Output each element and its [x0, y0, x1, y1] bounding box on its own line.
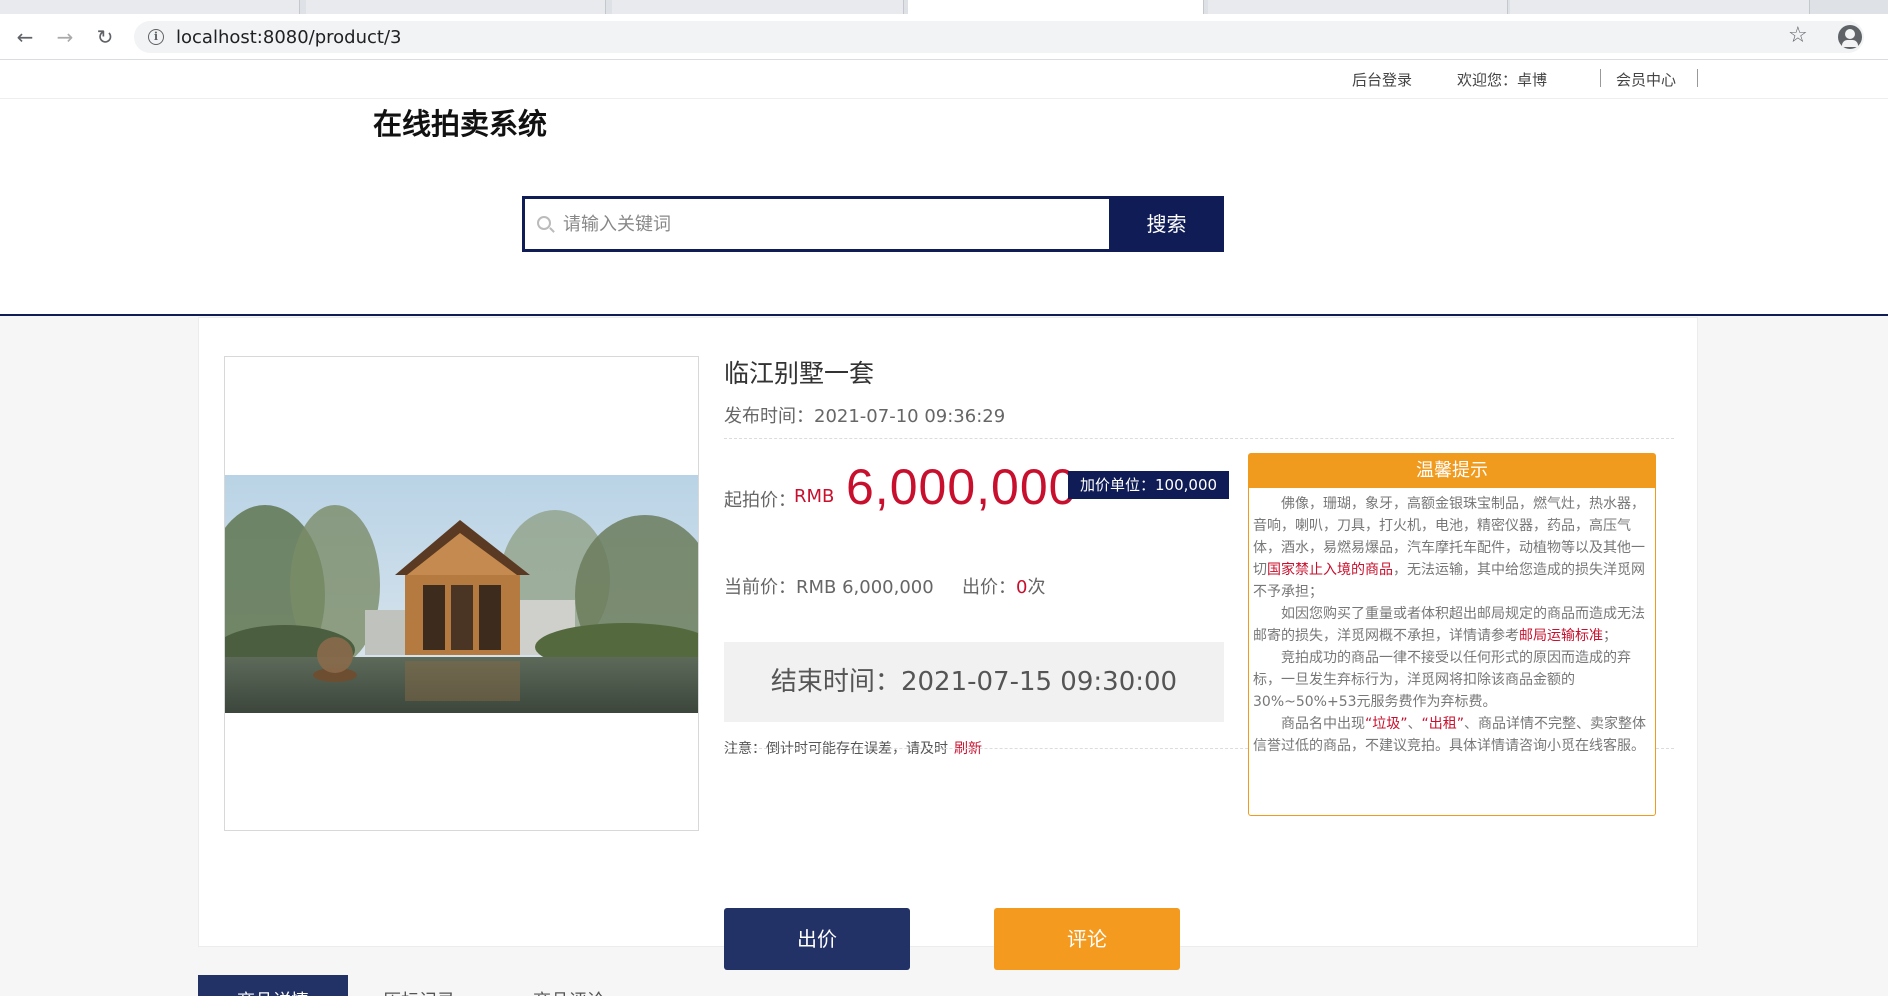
bid-button[interactable]: 出价 — [724, 908, 910, 970]
tips-highlight: 国家禁止入境的商品 — [1267, 562, 1393, 578]
tips-paragraph: 竞拍成功的商品一律不接受以任何形式的原因而造成的弃标，一旦发生弃标行为，洋觅网将… — [1253, 650, 1631, 710]
product-card: 临江别墅一套 发布时间：2021-07-10 09:36:29 起拍价： RMB… — [198, 317, 1698, 970]
member-center-link[interactable]: 会员中心 — [1616, 69, 1676, 90]
current-price-value: RMB 6,000,000 — [796, 577, 934, 598]
reload-icon[interactable]: ↻ — [93, 25, 117, 49]
tips-panel: 温馨提示 佛像，珊瑚，象牙，高额金银珠宝制品，燃气灶，热水器，音响，喇叭，刀具，… — [1248, 453, 1656, 816]
bid-count-unit: 次 — [1027, 577, 1046, 598]
countdown-note-text: 注意：倒计时可能存在误差，请及时 — [724, 741, 948, 757]
tips-text: 商品名中出现 — [1281, 716, 1365, 732]
browser-tab[interactable] — [0, 0, 300, 14]
product-photo — [225, 475, 698, 713]
address-url[interactable]: localhost:8080/product/3 — [176, 27, 401, 48]
bid-count-row: 出价：0次 — [962, 573, 1045, 599]
profile-avatar-icon[interactable] — [1838, 25, 1862, 49]
start-price-currency: RMB — [794, 486, 835, 507]
product-title: 临江别墅一套 — [724, 359, 875, 388]
address-bar[interactable]: i localhost:8080/product/3 — [134, 21, 1864, 53]
detail-tabs: 商品详情 历标记录 商品评论 — [198, 975, 1698, 996]
tab-bid-history[interactable]: 历标记录 — [383, 975, 493, 996]
browser-tab-active[interactable] — [908, 0, 1204, 14]
tips-highlight: “出租” — [1421, 716, 1465, 732]
start-price-value: 6,000,000 — [846, 459, 1078, 515]
publish-time-row: 发布时间：2021-07-10 09:36:29 — [724, 402, 1005, 428]
bid-count-label: 出价： — [962, 577, 1016, 598]
tips-paragraph: 商品名中出现“垃圾”、“出租”、商品详情不完整、卖家整体信誉过低的商品，不建议竞… — [1253, 713, 1651, 757]
start-price-label: 起拍价： — [724, 490, 796, 511]
publish-time-value: 2021-07-10 09:36:29 — [814, 406, 1006, 427]
welcome-text: 欢迎您：卓博 — [1457, 71, 1548, 89]
bid-count-value: 0 — [1016, 577, 1028, 598]
tips-body: 佛像，珊瑚，象牙，高额金银珠宝制品，燃气灶，热水器，音响，喇叭，刀具，打火机，电… — [1249, 488, 1655, 757]
top-nav-bar: 后台登录 欢迎您：卓博 会员中心 — [0, 61, 1888, 99]
search-button[interactable]: 搜索 — [1109, 196, 1224, 252]
site-info-icon[interactable]: i — [148, 29, 164, 45]
page: 后台登录 欢迎您：卓博 会员中心 在线拍卖系统 搜索 — [0, 61, 1888, 996]
tab-product-details[interactable]: 商品详情 — [198, 975, 348, 996]
tips-paragraph: 如因您购买了重量或者体积超出邮局规定的商品而造成无法邮寄的损失，洋觅网概不承担，… — [1253, 603, 1651, 647]
post-standard-link[interactable]: 邮局运输标准 — [1519, 628, 1603, 644]
current-price-label: 当前价： — [724, 577, 796, 598]
site-title[interactable]: 在线拍卖系统 — [373, 101, 547, 143]
nav-divider — [1600, 69, 1601, 87]
tab-product-comments[interactable]: 商品评论 — [533, 975, 643, 996]
increment-badge: 加价单位：100,000 — [1068, 471, 1230, 499]
product-image-frame — [224, 356, 699, 831]
bookmark-star-icon[interactable]: ☆ — [1788, 23, 1808, 48]
tips-paragraph: 佛像，珊瑚，象牙，高额金银珠宝制品，燃气灶，热水器，音响，喇叭，刀具，打火机，电… — [1253, 493, 1651, 603]
tips-text: 、 — [1407, 716, 1422, 732]
admin-login-link[interactable]: 后台登录 — [1352, 69, 1412, 90]
comment-button[interactable]: 评论 — [994, 908, 1180, 970]
nav-divider — [1697, 69, 1698, 87]
search-icon — [537, 216, 551, 230]
publish-time-label: 发布时间： — [724, 406, 814, 427]
dashed-divider — [724, 438, 1674, 439]
browser-tab[interactable] — [612, 0, 904, 14]
browser-tab[interactable] — [1208, 0, 1508, 14]
tips-text: ； — [1603, 628, 1617, 644]
browser-tab[interactable] — [1510, 0, 1810, 14]
back-arrow-icon[interactable]: ← — [13, 25, 37, 49]
tips-highlight: “垃圾” — [1365, 716, 1408, 732]
search-input[interactable] — [563, 208, 1103, 240]
browser-toolbar: ← → ↻ i localhost:8080/product/3 ☆ — [0, 14, 1888, 60]
refresh-link[interactable]: 刷新 — [954, 741, 982, 757]
browser-tab[interactable] — [306, 0, 606, 14]
browser-tab-strip — [0, 0, 1888, 14]
end-time-value: 2021-07-15 09:30:00 — [900, 667, 1178, 697]
forward-arrow-icon[interactable]: → — [53, 25, 77, 49]
end-time-box: 结束时间：2021-07-15 09:30:00 — [724, 642, 1224, 722]
current-price-row: 当前价：RMB 6,000,000 — [724, 573, 934, 599]
end-time-label: 结束时间： — [770, 667, 901, 697]
tips-title: 温馨提示 — [1249, 454, 1655, 488]
